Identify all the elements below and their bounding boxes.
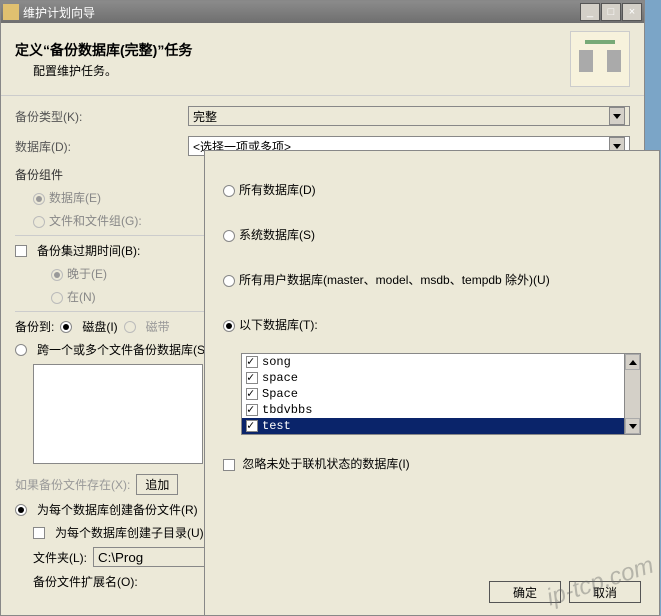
close-button[interactable]: × xyxy=(622,3,642,21)
opt-system-databases[interactable]: 系统数据库(S) xyxy=(223,226,641,243)
ext-label: 备份文件扩展名(O): xyxy=(33,573,138,590)
backup-to-label: 备份到: xyxy=(15,318,54,335)
opt-these-databases[interactable]: 以下数据库(T): xyxy=(223,316,641,333)
page-subtitle: 配置维护任务。 xyxy=(33,62,570,79)
backup-type-dropdown: 完整 xyxy=(188,106,630,126)
backup-type-value: 完整 xyxy=(193,108,217,125)
databases-label: 数据库(D): xyxy=(15,138,180,155)
files-listbox[interactable] xyxy=(33,364,203,464)
list-item[interactable]: song xyxy=(242,354,624,370)
per-db-subdir-checkbox[interactable] xyxy=(33,527,45,539)
folder-input[interactable] xyxy=(93,547,213,567)
database-select-popup: 所有数据库(D) 系统数据库(S) 所有用户数据库(master、model、m… xyxy=(204,150,660,616)
list-item[interactable]: test xyxy=(242,418,624,434)
folder-label: 文件夹(L): xyxy=(33,549,87,566)
opt-all-databases[interactable]: 所有数据库(D) xyxy=(223,181,641,198)
window-title: 维护计划向导 xyxy=(23,4,580,21)
titlebar: 维护计划向导 _ □ × xyxy=(1,1,644,23)
header-graphic xyxy=(570,31,630,87)
ignore-offline-checkbox[interactable] xyxy=(223,459,235,471)
ok-button[interactable]: 确定 xyxy=(489,581,561,603)
chevron-down-icon xyxy=(609,107,625,125)
per-db-subdir-label: 为每个数据库创建子目录(U) xyxy=(55,524,204,541)
list-item[interactable]: space xyxy=(242,370,624,386)
scroll-down-icon[interactable] xyxy=(625,418,640,434)
list-item[interactable]: Space xyxy=(242,386,624,402)
append-button[interactable]: 追加 xyxy=(136,474,178,495)
scroll-up-icon[interactable] xyxy=(625,354,640,370)
backup-to-disk[interactable] xyxy=(60,321,72,333)
app-icon xyxy=(3,4,19,20)
ignore-offline-label: 忽略未处于联机状态的数据库(I) xyxy=(242,457,409,471)
opt-per-db-file[interactable] xyxy=(15,504,27,516)
if-exists-label: 如果备份文件存在(X): xyxy=(15,476,130,493)
backup-to-tape xyxy=(124,321,136,333)
per-db-file-label: 为每个数据库创建备份文件(R) xyxy=(37,501,198,518)
list-item[interactable]: tbdvbbs xyxy=(242,402,624,418)
page-title: 定义“备份数据库(完整)”任务 xyxy=(15,40,570,60)
wizard-header: 定义“备份数据库(完整)”任务 配置维护任务。 xyxy=(1,23,644,96)
cancel-button[interactable]: 取消 xyxy=(569,581,641,603)
maximize-button[interactable]: □ xyxy=(601,3,621,21)
scrollbar[interactable] xyxy=(624,354,640,434)
across-files-label: 跨一个或多个文件备份数据库(S): xyxy=(37,341,212,358)
backup-type-label: 备份类型(K): xyxy=(15,108,180,125)
expiry-label: 备份集过期时间(B): xyxy=(37,242,140,259)
database-checklist[interactable]: song space Space tbdvbbs test xyxy=(241,353,641,435)
opt-user-databases[interactable]: 所有用户数据库(master、model、msdb、tempdb 除外)(U) xyxy=(223,271,641,288)
expiry-checkbox[interactable] xyxy=(15,245,27,257)
opt-across-files[interactable] xyxy=(15,344,27,356)
minimize-button[interactable]: _ xyxy=(580,3,600,21)
